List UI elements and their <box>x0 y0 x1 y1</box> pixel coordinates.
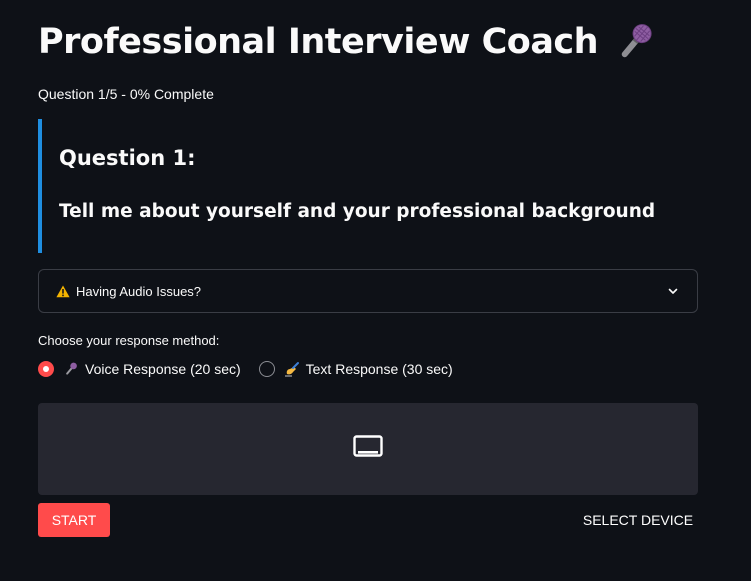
audio-issues-label: Having Audio Issues? <box>76 283 202 299</box>
video-recorder-preview <box>38 403 698 495</box>
microphone-icon <box>612 19 658 65</box>
audio-issues-expander[interactable]: Having Audio Issues? <box>38 269 698 313</box>
warning-icon <box>56 285 70 298</box>
progress-text: Question 1/5 - 0% Complete <box>38 86 214 102</box>
radio-option-text[interactable]: Text Response (30 sec) <box>258 361 453 377</box>
radio-button-unselected[interactable] <box>258 361 275 377</box>
start-button[interactable]: START <box>38 503 110 537</box>
radio-option-voice-label: Voice Response (20 sec) <box>85 361 241 377</box>
app-page: Professional Interview Coach Question 1/… <box>0 0 751 581</box>
writing-hand-icon <box>284 361 300 377</box>
response-method-caption: Choose your response method: <box>38 333 220 348</box>
chevron-down-icon[interactable] <box>667 285 679 297</box>
question-label: Question 1: <box>59 146 196 170</box>
page-title: Professional Interview Coach <box>38 18 658 66</box>
question-card: Question 1: Tell me about yourself and y… <box>38 119 698 253</box>
radio-button-selected[interactable] <box>38 361 54 377</box>
select-device-button[interactable]: SELECT DEVICE <box>578 503 698 537</box>
response-method-radio-group: Voice Response (20 sec) Text Response (3… <box>38 359 471 379</box>
radio-option-text-label: Text Response (30 sec) <box>305 361 453 377</box>
question-text: Tell me about yourself and your professi… <box>59 201 656 222</box>
microphone-icon <box>63 361 79 377</box>
page-title-text: Professional Interview Coach <box>38 22 599 62</box>
radio-option-voice[interactable]: Voice Response (20 sec) <box>38 361 241 377</box>
webcam-icon <box>353 434 383 464</box>
